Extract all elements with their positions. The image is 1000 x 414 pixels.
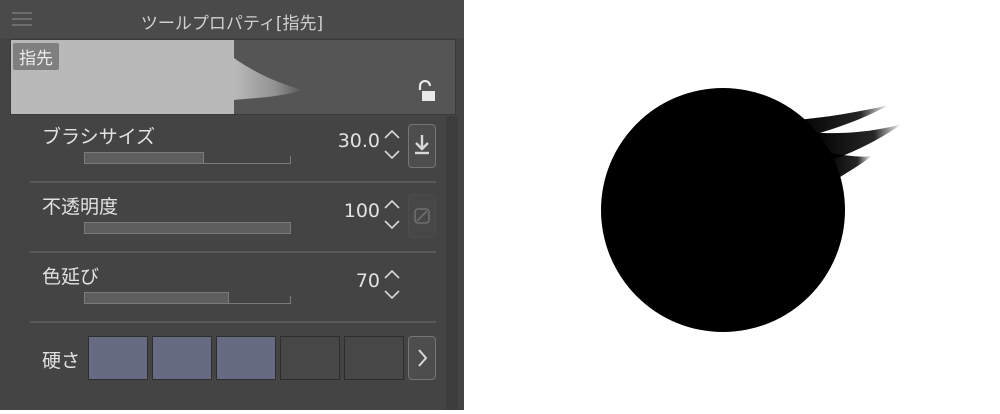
brush-stroke-preview [234, 58, 303, 100]
panel-title: ツールプロパティ[指先] [140, 14, 324, 34]
hardness-level-box[interactable] [88, 336, 148, 380]
hardness-level-box[interactable] [344, 336, 404, 380]
brush-size-value[interactable]: 30.0 [338, 130, 380, 152]
panel-scrollbar[interactable] [446, 116, 458, 410]
property-list: ブラシサイズ 30.0 不透明度 100 色延び 70 硬さ [0, 116, 464, 410]
download-button[interactable] [408, 124, 436, 168]
color-stretch-slider[interactable] [84, 292, 291, 304]
row-divider [30, 251, 436, 253]
canvas-stroke [601, 88, 902, 332]
color-stretch-value[interactable]: 70 [356, 270, 380, 292]
tool-property-panel: ツールプロパティ[指先] 指先 ブラシサイズ 30.0 不透明度 100 色延び… [0, 0, 464, 410]
brush-size-row: ブラシサイズ 30.0 [30, 116, 436, 180]
brush-preview: 指先 [10, 39, 456, 115]
panel-titlebar: ツールプロパティ[指先] [0, 0, 464, 38]
color-stretch-row: 色延び 70 [30, 256, 436, 320]
drawing-canvas[interactable] [464, 0, 1000, 410]
brush-size-slider[interactable] [84, 152, 291, 164]
hardness-row: 硬さ [30, 326, 436, 390]
hardness-level-box[interactable] [216, 336, 276, 380]
row-divider [30, 321, 436, 323]
color-stretch-label: 色延び [42, 266, 100, 288]
chevron-right-icon [418, 349, 428, 367]
opacity-value[interactable]: 100 [344, 200, 380, 222]
brush-size-label: ブラシサイズ [42, 126, 156, 148]
color-stretch-stepper[interactable] [382, 264, 402, 304]
hardness-label: 硬さ [42, 350, 81, 372]
hardness-next-button[interactable] [408, 336, 436, 380]
opacity-row: 不透明度 100 [30, 186, 436, 250]
pressure-toggle-button[interactable] [408, 194, 436, 238]
row-divider [30, 181, 436, 183]
unlock-icon[interactable] [415, 80, 439, 104]
opacity-stepper[interactable] [382, 194, 402, 234]
download-icon [415, 135, 429, 155]
opacity-slider[interactable] [84, 222, 291, 234]
hardness-level-box[interactable] [280, 336, 340, 380]
slash-box-icon [414, 208, 430, 224]
opacity-label: 不透明度 [42, 196, 119, 218]
hardness-level-box[interactable] [152, 336, 212, 380]
tool-name-badge: 指先 [13, 43, 59, 70]
brush-size-stepper[interactable] [382, 124, 402, 164]
